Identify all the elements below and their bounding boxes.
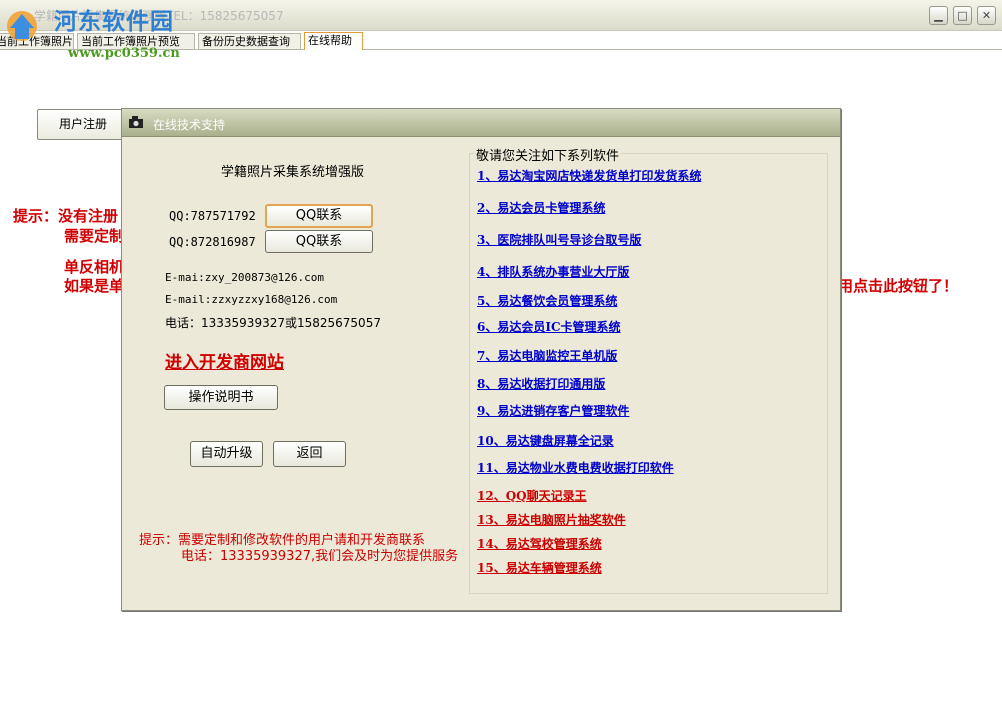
email1-label: E-mai:zxy_200873@126.com	[165, 271, 324, 284]
qq1-label: QQ:787571792	[169, 209, 256, 223]
maximize-button[interactable]: □	[953, 6, 972, 25]
bg-hint-line1: 提示：没有注册	[13, 207, 119, 225]
bg-hint-tail: 用点击此按钮了！	[838, 277, 959, 295]
dialog-hint-line2: 电话：13335939327,我们会及时为您提供服务	[181, 549, 459, 564]
product-link-13[interactable]: 13、易达电脑照片抽奖软件	[477, 511, 626, 528]
dialog-title: 在线技术支持	[153, 118, 226, 132]
product-link-12[interactable]: 12、QQ聊天记录王	[477, 487, 587, 504]
product-link-4[interactable]: 4、排队系统办事营业大厅版	[477, 263, 629, 280]
product-link-14[interactable]: 14、易达驾校管理系统	[477, 535, 602, 552]
qq2-contact-button[interactable]: QQ联系	[265, 230, 373, 253]
product-link-11[interactable]: 11、易达物业水费电费收据打印软件	[477, 459, 674, 476]
app-name-label: 学籍照片采集系统增强版	[221, 165, 365, 180]
product-link-7[interactable]: 7、易达电脑监控王单机版	[477, 347, 617, 364]
product-link-8[interactable]: 8、易达收据打印通用版	[477, 375, 605, 392]
support-dialog: 在线技术支持 学籍照片采集系统增强版 QQ:787571792 QQ联系 QQ:…	[121, 108, 841, 611]
product-link-3[interactable]: 3、医院排队叫号导诊台取号版	[477, 231, 641, 248]
watermark-logo-icon	[7, 11, 37, 41]
product-link-15[interactable]: 15、易达车辆管理系统	[477, 559, 602, 576]
product-link-1[interactable]: 1、易达淘宝网店快递发货单打印发货系统	[477, 167, 701, 184]
camera-icon	[128, 115, 144, 133]
developer-site-link[interactable]: 进入开发商网站	[165, 348, 284, 373]
qq1-contact-button[interactable]: QQ联系	[265, 204, 373, 228]
bg-hint-line3: 单反相机	[64, 258, 125, 276]
auto-upgrade-button[interactable]: 自动升级	[190, 441, 263, 467]
product-link-5[interactable]: 5、易达餐饮会员管理系统	[477, 292, 617, 309]
dialog-titlebar[interactable]	[122, 109, 840, 137]
watermark-url: www.pc0359.cn	[68, 46, 180, 61]
tab-history-query[interactable]: 备份历史数据查询	[198, 33, 301, 49]
manual-button[interactable]: 操作说明书	[164, 385, 278, 410]
minimize-button[interactable]: ▁	[929, 6, 948, 25]
product-link-10[interactable]: 10、易达键盘屏幕全记录	[477, 432, 614, 449]
back-button[interactable]: 返回	[273, 441, 346, 467]
register-button[interactable]: 用户注册	[37, 109, 129, 140]
tab-online-help[interactable]: 在线帮助	[304, 32, 363, 50]
product-group-title: 敬请您关注如下系列软件	[474, 145, 622, 164]
product-link-2[interactable]: 2、易达会员卡管理系统	[477, 199, 605, 216]
close-button[interactable]: ✕	[977, 6, 996, 25]
watermark-name: 河东软件园	[54, 8, 174, 35]
bg-hint-line2: 需要定制	[64, 227, 125, 245]
email2-label: E-mail:zzxyzzxy168@126.com	[165, 293, 338, 306]
qq2-label: QQ:872816987	[169, 235, 256, 249]
product-link-9[interactable]: 9、易达进销存客户管理软件	[477, 402, 629, 419]
bg-hint-line4: 如果是单	[64, 277, 125, 295]
phone-label: 电话：13335939327或15825675057	[165, 316, 381, 330]
product-link-6[interactable]: 6、易达会员IC卡管理系统	[477, 318, 621, 335]
